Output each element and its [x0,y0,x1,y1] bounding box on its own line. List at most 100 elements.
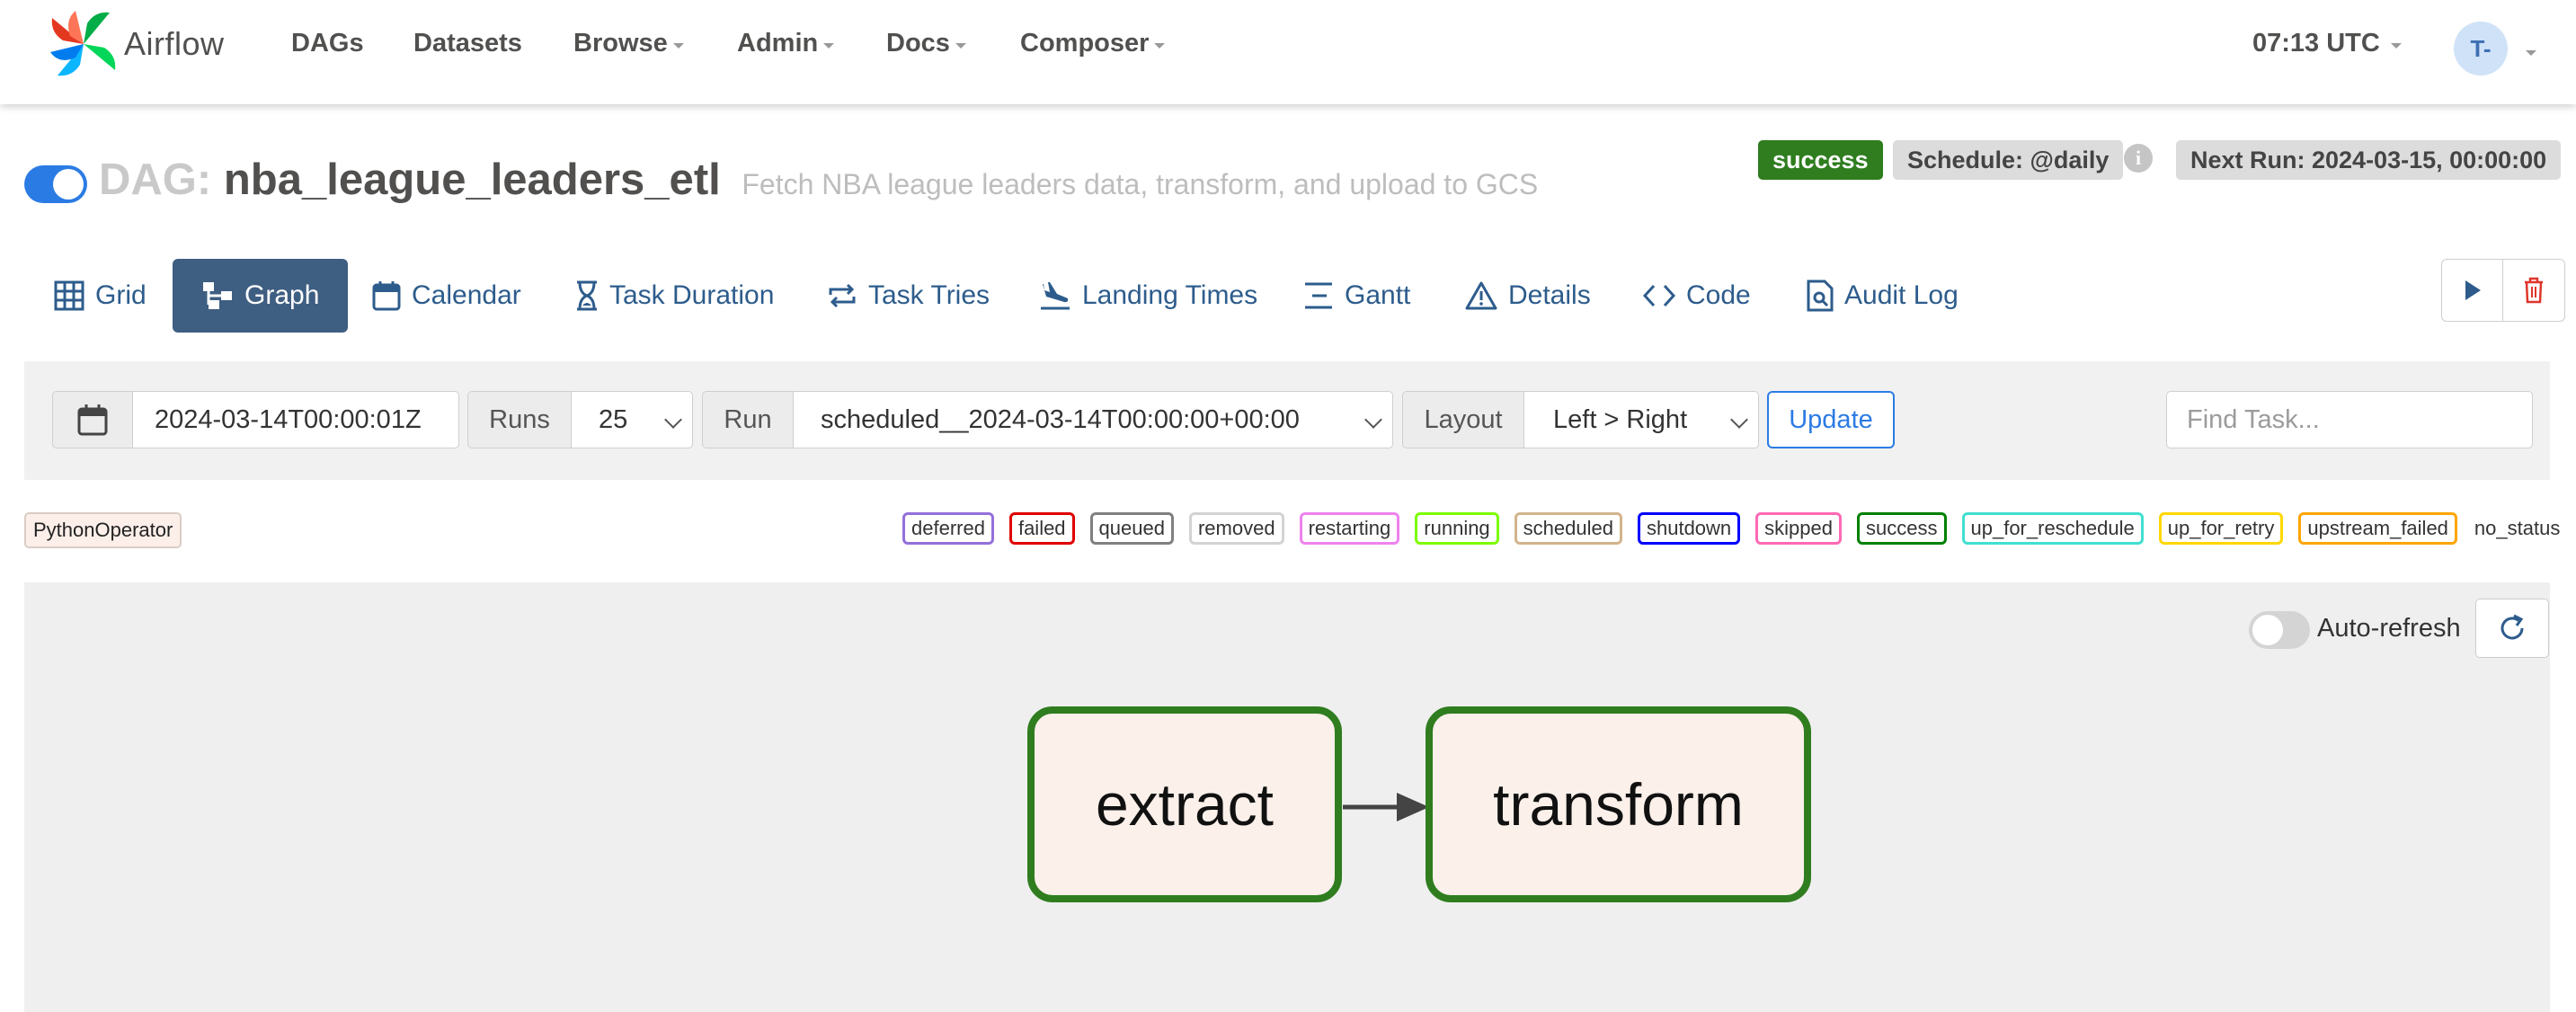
tab-task-duration-label: Task Duration [609,280,775,310]
trash-icon [2525,277,2543,304]
next-run-badge: Next Run: 2024-03-15, 00:00:00 [2176,140,2562,180]
hourglass-icon [575,280,599,311]
tab-task-tries-label: Task Tries [868,280,990,310]
code-icon [1643,280,1675,311]
delete-dag-button[interactable] [2502,259,2565,322]
runs-select-value: 25 [599,404,628,434]
tab-audit-log-label: Audit Log [1844,280,1959,310]
nav-browse-label: Browse [573,29,668,58]
legend-state-running[interactable]: running [1415,512,1499,545]
legend-state-up-for-reschedule[interactable]: up_for_reschedule [1961,512,2144,545]
nav-browse[interactable]: Browse [573,29,684,58]
nav-composer-label: Composer [1020,29,1150,58]
dag-pause-toggle[interactable] [24,165,87,203]
legend-state-skipped[interactable]: skipped [1755,512,1843,545]
auto-refresh-label: Auto-refresh [2317,614,2461,643]
legend-state-shutdown[interactable]: shutdown [1637,512,1741,545]
legend-state-success[interactable]: success [1857,512,1947,545]
legend-state-scheduled[interactable]: scheduled [1514,512,1622,545]
airflow-brand[interactable]: Airflow [49,9,225,79]
tab-graph[interactable]: Graph [173,259,349,333]
tab-details[interactable]: Details [1456,259,1600,333]
tab-code[interactable]: Code [1634,259,1760,333]
chevron-down-icon [823,42,835,49]
tab-task-duration[interactable]: Task Duration [566,259,783,333]
nav-dags[interactable]: DAGs [291,29,364,58]
nav-datasets-label: Datasets [413,29,522,58]
nav-docs[interactable]: Docs [886,29,966,58]
tab-graph-label: Graph [244,280,320,310]
tab-audit-log[interactable]: Audit Log [1798,259,1968,333]
tab-calendar[interactable]: Calendar [363,259,530,333]
airflow-logo-icon [50,11,116,76]
tab-gantt[interactable]: Gantt [1294,259,1419,333]
legend-state-queued[interactable]: queued [1089,512,1174,545]
dag-prefix: DAG: [99,155,212,204]
nav-composer[interactable]: Composer [1020,29,1166,58]
nav-docs-label: Docs [886,29,950,58]
layout-select[interactable]: Left > Right [1523,391,1759,448]
chevron-down-icon [1154,42,1166,49]
auto-refresh-toggle[interactable] [2249,611,2310,649]
info-icon[interactable]: i [2124,144,2153,173]
current-time: 07:13 UTC [2252,29,2380,58]
gantt-icon [1303,280,1334,311]
run-select[interactable]: scheduled__2024-03-14T00:00:00+00:00 [793,391,1393,448]
legend-state-upstream-failed[interactable]: upstream_failed [2298,512,2457,545]
update-button[interactable]: Update [1767,391,1895,448]
chevron-down-icon [1364,411,1382,429]
grid-icon [54,280,84,311]
page-title: DAG: nba_league_leaders_etl Fetch NBA le… [99,155,1538,205]
layout-label: Layout [1402,391,1524,448]
brand-name: Airflow [124,25,225,62]
calendar-icon [77,404,108,436]
run-select-value: scheduled__2024-03-14T00:00:00+00:00 [821,404,1300,434]
task-node-transform[interactable]: transform [1426,706,1811,902]
legend-state-no-status[interactable]: no_status [2474,517,2560,540]
chevron-down-icon [672,42,684,49]
tab-landing-times[interactable]: Landing Times [1030,259,1266,333]
user-avatar[interactable]: T- [2454,22,2508,75]
tab-calendar-label: Calendar [412,280,521,310]
nav-admin-label: Admin [737,29,819,58]
chevron-down-icon [955,42,966,49]
runs-select[interactable]: 25 [571,391,693,448]
graph-icon [201,280,234,311]
schedule-badge: Schedule: @daily [1893,140,2124,180]
refresh-button[interactable] [2475,599,2549,658]
dag-status-badge: success [1758,140,1883,180]
warning-triangle-icon [1465,280,1497,311]
tab-grid-label: Grid [95,280,147,310]
file-search-icon [1807,280,1834,312]
refresh-icon [2500,614,2524,640]
state-legend: deferred failed queued removed restarting run… [902,510,2560,546]
user-initials: T- [2470,34,2492,62]
base-date-input[interactable]: 2024-03-14T00:00:01Z [132,391,459,448]
legend-state-deferred[interactable]: deferred [902,512,994,545]
user-menu-chevron-icon[interactable] [2526,50,2536,56]
nav-datasets[interactable]: Datasets [413,29,522,58]
tab-grid[interactable]: Grid [45,259,155,333]
date-picker-button[interactable] [52,391,133,448]
timezone-dropdown[interactable]: 07:13 UTC [2252,29,2402,58]
task-node-extract[interactable]: extract [1027,706,1342,902]
legend-state-restarting[interactable]: restarting [1299,512,1400,545]
legend-state-failed[interactable]: failed [1008,512,1075,545]
chevron-down-icon [2390,42,2402,49]
layout-select-value: Left > Right [1553,404,1688,434]
chevron-down-icon [664,411,682,429]
find-task-input[interactable] [2166,391,2533,448]
dag-id: nba_league_leaders_etl [223,155,721,204]
tab-task-tries[interactable]: Task Tries [818,259,999,333]
trigger-dag-button[interactable] [2441,259,2504,322]
legend-state-removed[interactable]: removed [1188,512,1284,545]
legend-state-up-for-retry[interactable]: up_for_retry [2158,512,2284,545]
calendar-icon [372,280,401,311]
top-navbar: Airflow DAGs Datasets Browse Admin Docs … [0,0,2576,104]
retry-icon [827,280,857,311]
play-icon [2465,280,2481,300]
tab-gantt-label: Gantt [1345,280,1411,310]
tab-code-label: Code [1686,280,1751,310]
dag-description: Fetch NBA league leaders data, transform… [742,168,1539,200]
nav-admin[interactable]: Admin [737,29,835,58]
